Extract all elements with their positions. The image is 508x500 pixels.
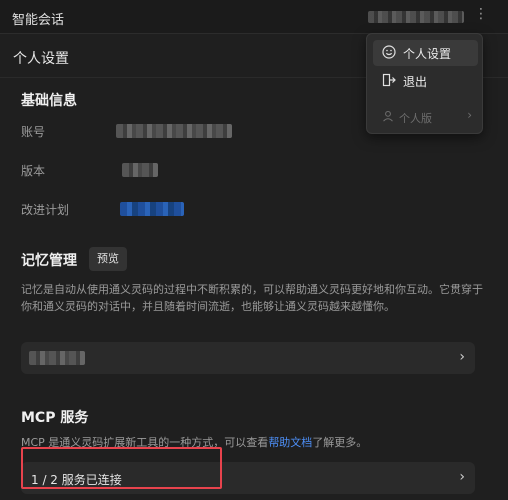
mcp-heading: MCP 服务 [21, 410, 89, 426]
menu-item-label: 退出 [403, 75, 428, 89]
account-label: 账号 [21, 125, 46, 139]
app-title: 智能会话 [12, 13, 65, 28]
menu-item-plan: 个人版 › [373, 104, 478, 130]
more-icon[interactable]: ⋮ [474, 6, 488, 22]
memory-row-value-redacted [29, 351, 85, 365]
memory-heading: 记忆管理 [21, 253, 77, 269]
mcp-desc-tail: 了解更多。 [312, 436, 368, 449]
version-value-redacted [122, 163, 158, 177]
highlight-box [21, 447, 222, 489]
page-title: 个人设置 [13, 51, 69, 67]
chevron-right-icon: › [459, 349, 465, 365]
memory-row[interactable]: › [21, 342, 475, 374]
improve-plan-label: 改进计划 [21, 203, 70, 217]
menu-item-settings[interactable]: 个人设置 [373, 40, 478, 66]
user-name-redacted[interactable] [368, 11, 464, 23]
menu-item-label: 个人设置 [403, 47, 452, 61]
chevron-right-icon: › [459, 469, 465, 485]
top-bar: 智能会话 ⋮ [0, 0, 508, 34]
account-value-redacted [116, 124, 232, 138]
user-icon [383, 110, 393, 122]
help-doc-link[interactable]: 帮助文档 [268, 436, 312, 449]
improve-plan-link-redacted[interactable] [120, 202, 184, 216]
basic-info-heading: 基础信息 [21, 93, 77, 109]
user-dropdown-menu: 个人设置 退出 个人版 › [366, 33, 483, 134]
version-label: 版本 [21, 164, 46, 178]
menu-item-logout[interactable]: 退出 [373, 68, 478, 94]
memory-description: 记忆是自动从使用通义灵码的过程中不断积累的，可以帮助通义灵码更好地和你互动。它贯… [21, 283, 483, 313]
preview-badge: 预览 [89, 247, 127, 271]
chevron-right-icon: › [467, 108, 472, 122]
menu-item-label: 个人版 [399, 112, 432, 125]
logout-icon [382, 73, 396, 87]
smile-icon [382, 45, 396, 59]
